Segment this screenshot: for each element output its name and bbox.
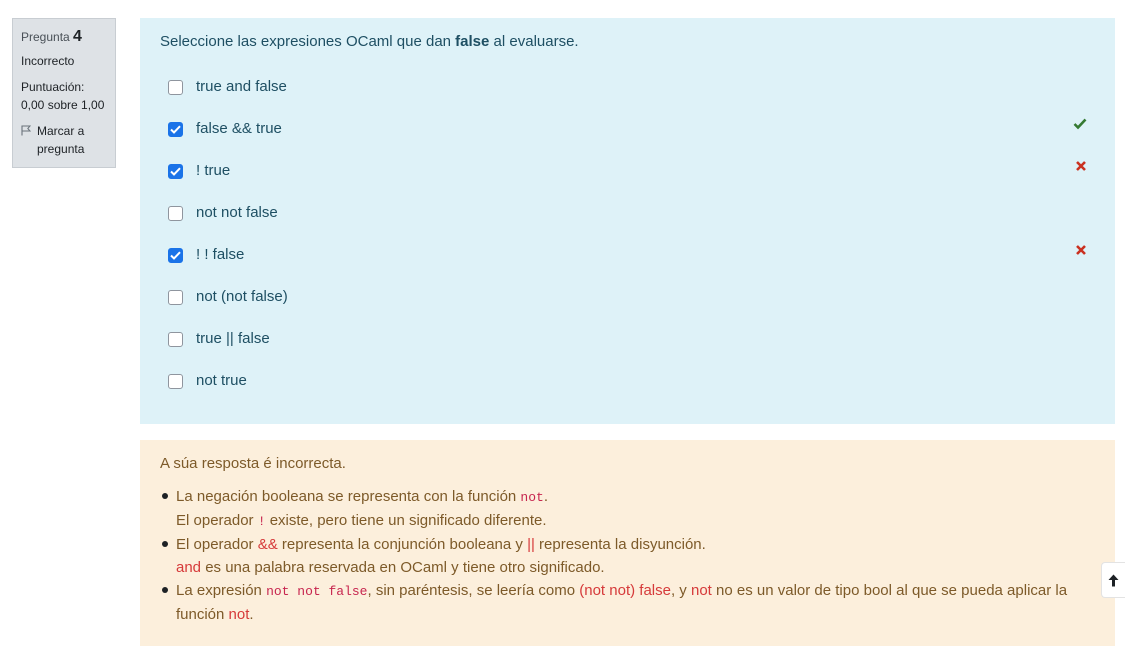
answer-label[interactable]: ! true — [196, 161, 230, 181]
question-state: Incorrecto — [21, 54, 75, 68]
answer-option: not true — [168, 371, 1095, 413]
answer-checkbox[interactable] — [168, 332, 183, 347]
answer-label[interactable]: true || false — [196, 329, 270, 349]
checkmark-icon — [170, 125, 181, 134]
grade-value: 0,00 sobre 1,00 — [21, 98, 105, 112]
question-number-value: 4 — [73, 28, 82, 45]
answer-label[interactable]: not true — [196, 371, 247, 391]
cross-icon — [1075, 243, 1087, 260]
answer-checkbox[interactable] — [168, 122, 183, 137]
flag-question-link[interactable]: Marcar a pregunta — [21, 122, 107, 158]
answer-label[interactable]: ! ! false — [196, 245, 244, 265]
answer-checkbox[interactable] — [168, 206, 183, 221]
code-not-not-false: not not false — [266, 584, 368, 599]
question-grade: Puntuación: 0,00 sobre 1,00 — [21, 78, 107, 114]
feedback-box: A súa resposta é incorrecta. La negación… — [140, 440, 1115, 646]
feedback-item: La negación booleana se representa con l… — [160, 485, 1075, 533]
answer-option: true and false — [168, 77, 1095, 119]
checkmark-icon — [170, 251, 181, 260]
flag-label-1: Marcar a — [37, 124, 85, 138]
checkmark-icon — [170, 167, 181, 176]
feedback-list: La negación booleana se representa con l… — [160, 485, 1075, 626]
question-text: Seleccione las expresiones OCaml que dan… — [160, 33, 579, 50]
answer-label[interactable]: false && true — [196, 119, 282, 139]
answer-label[interactable]: not not false — [196, 203, 278, 223]
answer-label[interactable]: true and false — [196, 77, 287, 97]
answer-checkbox[interactable] — [168, 164, 183, 179]
code-not: not — [520, 490, 544, 505]
answer-checkbox[interactable] — [168, 248, 183, 263]
flag-icon — [21, 125, 31, 136]
code-bang: ! — [257, 514, 266, 529]
answer-option: ! ! false — [168, 245, 1095, 287]
check-icon — [1073, 117, 1087, 134]
question-formulation: Seleccione las expresiones OCaml que dan… — [140, 18, 1115, 424]
cross-icon — [1075, 159, 1087, 176]
question-text-b: al evaluarse. — [489, 33, 579, 50]
answer-option: not (not false) — [168, 287, 1095, 329]
answer-checkbox[interactable] — [168, 80, 183, 95]
question-text-a: Seleccione las expresiones OCaml que dan — [160, 33, 456, 50]
arrow-up-icon — [1108, 574, 1119, 586]
answer-checkbox[interactable] — [168, 290, 183, 305]
answer-option: false && true — [168, 117, 1095, 161]
answer-option: ! true — [168, 161, 1095, 203]
question-text-bold: false — [455, 33, 490, 50]
answer-label[interactable]: not (not false) — [196, 287, 288, 307]
answer-checkbox[interactable] — [168, 374, 183, 389]
feedback-title: A súa resposta é incorrecta. — [160, 455, 346, 472]
question-label: Pregunta — [21, 30, 70, 44]
question-info: Pregunta 4 Incorrecto Puntuación: 0,00 s… — [12, 18, 116, 168]
answer-option: not not false — [168, 203, 1095, 245]
answer-option: true || false — [168, 329, 1095, 371]
feedback-item: El operador && representa la conjunción … — [160, 533, 1075, 579]
grade-label: Puntuación: — [21, 80, 85, 94]
feedback-item: La expresión not not false, sin paréntes… — [160, 579, 1075, 626]
back-to-top-button[interactable] — [1101, 562, 1125, 598]
answer-options: true and false false && true ! true not not… — [168, 77, 1095, 413]
flag-label-2: pregunta — [37, 142, 85, 156]
question-number: Pregunta 4 — [21, 28, 107, 46]
